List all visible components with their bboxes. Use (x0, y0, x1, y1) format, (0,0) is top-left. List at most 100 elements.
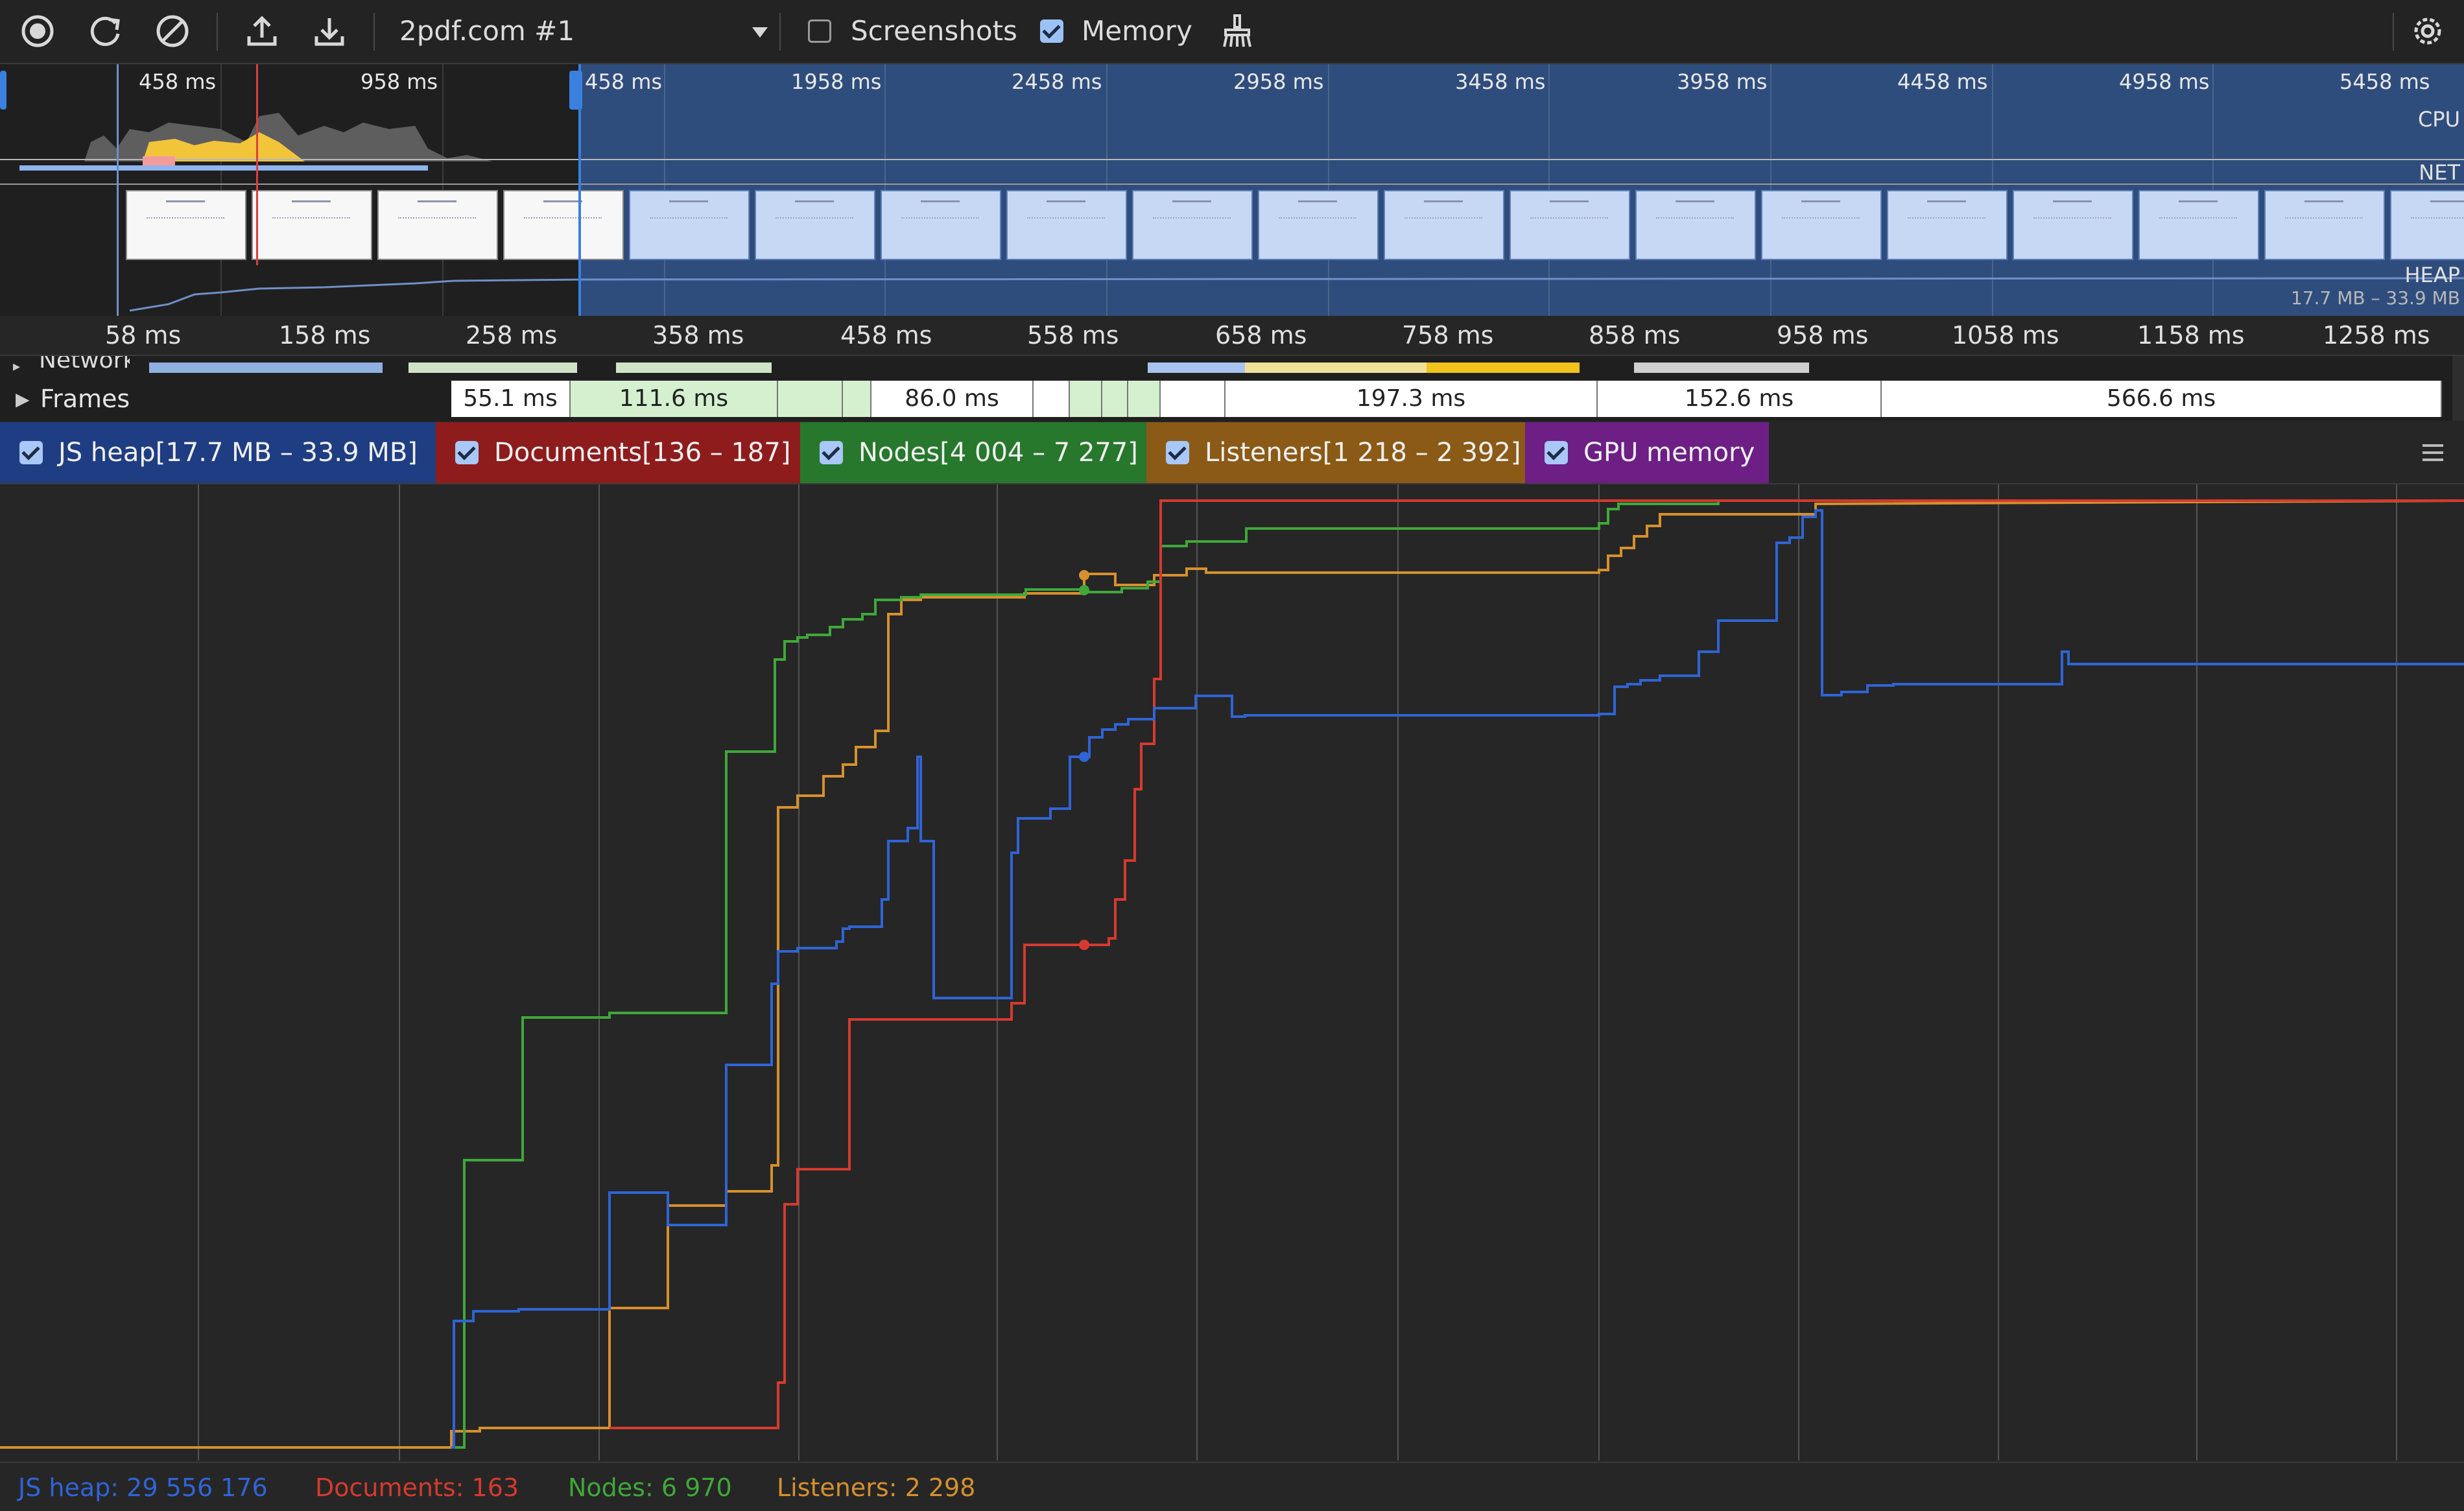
legend-nodes[interactable]: Nodes[4 004 – 7 277] (800, 422, 1146, 483)
ruler-tick: 158 ms (279, 321, 371, 350)
network-request[interactable] (1427, 363, 1580, 373)
frame[interactable]: 152.6 ms (1598, 381, 1882, 417)
gpu-memory-checkbox[interactable] (1545, 441, 1568, 464)
clear-icon[interactable] (152, 10, 193, 52)
heap-label: HEAP (2404, 263, 2460, 287)
heap-range: 17.7 MB – 33.9 MB (2290, 287, 2460, 309)
screenshot-thumbnail[interactable] (2264, 190, 2385, 260)
network-label[interactable]: Network (39, 356, 130, 372)
screenshots-label[interactable]: Screenshots (851, 14, 1017, 48)
screenshot-thumbnail[interactable] (2390, 190, 2464, 260)
frame[interactable] (843, 381, 871, 417)
listeners-marker (1079, 570, 1089, 580)
screenshot-thumbnail[interactable] (1510, 190, 1630, 260)
timeline-overview[interactable]: 458 ms 958 ms 458 ms 1958 ms 2458 ms 295… (0, 64, 2464, 316)
memory-legend: JS heap[17.7 MB – 33.9 MB] Documents[136… (0, 422, 2464, 484)
overview-tick: 4458 ms (1897, 69, 1988, 94)
ruler-tick: 1058 ms (1952, 321, 2059, 350)
cpu-baseline (0, 159, 2464, 160)
screenshot-thumbnail[interactable] (1384, 190, 1504, 260)
legend-listeners[interactable]: Listeners[1 218 – 2 392] (1146, 422, 1525, 483)
documents-checkbox[interactable] (455, 441, 479, 464)
screenshot-thumbnail[interactable] (503, 190, 624, 260)
network-request[interactable] (1634, 363, 1809, 373)
overview-tick: 458 ms (585, 69, 663, 94)
nodes-value: Nodes: 6 970 (568, 1473, 732, 1502)
net-baseline (0, 184, 2464, 185)
frame[interactable]: 86.0 ms (871, 381, 1034, 417)
ruler-tick: 758 ms (1402, 321, 1494, 350)
screenshot-thumbnail[interactable] (1635, 190, 1756, 260)
range-grip[interactable] (569, 71, 582, 110)
screenshot-thumbnail[interactable] (126, 190, 246, 260)
screenshot-thumbnail[interactable] (2138, 190, 2259, 260)
legend-documents[interactable]: Documents[136 – 187] (436, 422, 800, 483)
frame[interactable] (1102, 381, 1128, 417)
memory-checkbox[interactable] (1040, 19, 1063, 43)
legend-gpu-memory[interactable]: GPU memory (1525, 422, 1769, 483)
expand-arrow-icon[interactable]: ▶ (16, 388, 30, 410)
network-request[interactable] (409, 363, 577, 373)
broom-icon[interactable] (1216, 10, 1258, 52)
memory-counters-svg (0, 484, 2464, 1460)
heap-graph (129, 277, 2464, 312)
frame-duration: 111.6 ms (619, 385, 729, 412)
network-request[interactable] (1148, 363, 1245, 373)
toolbar-separator (373, 13, 375, 51)
dropdown-arrow-icon[interactable] (739, 13, 781, 54)
listeners-checkbox[interactable] (1166, 441, 1189, 464)
upload-icon[interactable] (241, 10, 283, 52)
nodes-checkbox[interactable] (820, 441, 843, 464)
frame[interactable] (1161, 381, 1226, 417)
overview-tick: 3958 ms (1677, 69, 1768, 94)
frame[interactable] (1128, 381, 1161, 417)
gear-icon[interactable] (2407, 10, 2448, 52)
network-request[interactable] (149, 363, 383, 373)
selection-marker (256, 64, 258, 265)
overview-tick: 5458 ms (2340, 69, 2430, 94)
screenshot-thumbnail[interactable] (2013, 190, 2133, 260)
ruler-tick: 258 ms (466, 321, 558, 350)
menu-icon[interactable] (2420, 440, 2446, 465)
screenshot-thumbnail[interactable] (629, 190, 750, 260)
range-grip[interactable] (0, 71, 6, 110)
frame[interactable]: 197.3 ms (1226, 381, 1598, 417)
legend-js-heap[interactable]: JS heap[17.7 MB – 33.9 MB] (0, 422, 436, 483)
screenshot-thumbnail[interactable] (1132, 190, 1253, 260)
screenshot-thumbnail[interactable] (252, 190, 372, 260)
download-icon[interactable] (309, 10, 350, 52)
frame[interactable]: 55.1 ms (451, 381, 571, 417)
frame[interactable] (778, 381, 843, 417)
screenshot-thumbnail[interactable] (881, 190, 1001, 260)
screenshots-checkbox[interactable] (808, 19, 831, 43)
memory-label[interactable]: Memory (1082, 14, 1192, 48)
time-ruler: 58 ms 158 ms 258 ms 358 ms 458 ms 558 ms… (0, 316, 2464, 356)
overview-tick: 2458 ms (1012, 69, 1102, 94)
scrollbar[interactable] (2452, 356, 2464, 421)
frame[interactable]: 111.6 ms (571, 381, 778, 417)
frame-duration: 86.0 ms (905, 385, 999, 412)
js-heap-value: JS heap: 29 556 176 (18, 1473, 268, 1502)
screenshot-thumbnail[interactable] (377, 190, 498, 260)
legend-label: Documents[136 – 187] (494, 438, 791, 468)
reload-icon[interactable] (84, 10, 126, 52)
network-request[interactable] (616, 363, 772, 373)
profile-select[interactable]: 2pdf.com #1 (399, 14, 575, 48)
ruler-tick: 458 ms (840, 321, 932, 350)
screenshot-thumbnail[interactable] (755, 190, 875, 260)
record-icon[interactable] (17, 10, 58, 52)
screenshot-thumbnail[interactable] (1761, 190, 1882, 260)
frame-duration: 55.1 ms (463, 385, 558, 412)
js-heap-checkbox[interactable] (19, 441, 43, 464)
frames-label[interactable]: Frames (40, 382, 130, 416)
overview-tick: 3458 ms (1455, 69, 1546, 94)
screenshot-thumbnail[interactable] (1006, 190, 1127, 260)
frame[interactable]: 566.6 ms (1882, 381, 2442, 417)
network-expand-arrow-icon[interactable]: ▸ (13, 359, 22, 375)
ruler-tick: 658 ms (1215, 321, 1307, 350)
frame[interactable] (1034, 381, 1070, 417)
network-request[interactable] (1245, 363, 1439, 373)
screenshot-thumbnail[interactable] (1887, 190, 2008, 260)
frame[interactable] (1070, 381, 1102, 417)
screenshot-thumbnail[interactable] (1258, 190, 1379, 260)
